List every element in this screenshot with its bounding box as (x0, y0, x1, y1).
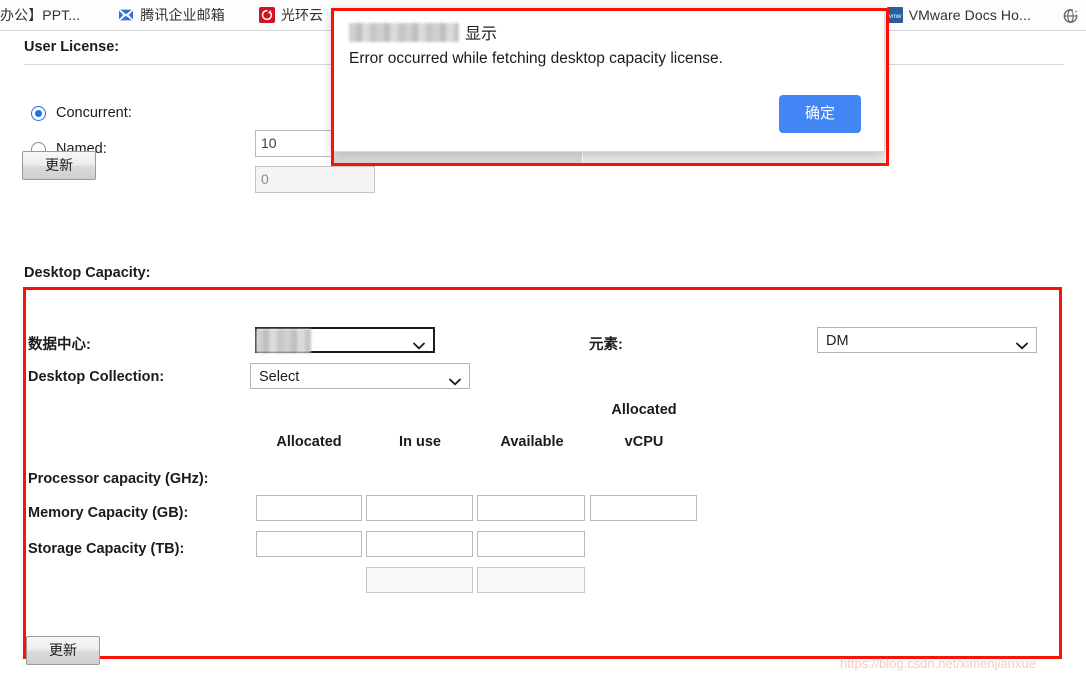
browser-window: 办公】PPT... 腾讯企业邮箱 光环云 vmw VMware Docs Ho.… (0, 0, 1086, 681)
datacenter-label: 数据中心: (28, 337, 91, 353)
user-license-update-button[interactable]: 更新 (22, 151, 96, 180)
storage-available-input[interactable] (477, 567, 585, 593)
processor-inuse-input[interactable] (366, 495, 473, 521)
processor-allocated-input[interactable] (256, 495, 362, 521)
col-header-allocated: Allocated (276, 434, 342, 450)
chevron-down-icon (1016, 336, 1028, 350)
col-header-available: Available (500, 434, 564, 450)
vmware-icon: vmw (886, 7, 903, 23)
row-label-memory-capacity: Memory Capacity (GB): (28, 505, 189, 521)
user-license-heading: User License: (24, 39, 120, 55)
datacenter-redacted-prefix (256, 329, 311, 353)
desktop-collection-label: Desktop Collection: (28, 369, 165, 385)
dialog-ok-button[interactable]: 确定 (779, 95, 861, 133)
dialog-message: Error occurred while fetching desktop ca… (349, 50, 723, 67)
page-scrollbar-strip[interactable] (332, 151, 582, 164)
row-label-processor-capacity: Processor capacity (GHz): (28, 471, 209, 487)
radio-concurrent[interactable] (31, 105, 46, 121)
element-select[interactable]: DM (817, 327, 1037, 353)
row-label-storage-capacity: Storage Capacity (TB): (28, 541, 185, 557)
memory-available-input[interactable] (477, 531, 585, 557)
processor-allocated-vcpu-input[interactable] (590, 495, 697, 521)
bookmark-item-ppt[interactable]: 办公】PPT... (0, 3, 87, 27)
bookmark-item-vmware-docs[interactable]: vmw VMware Docs Ho... (880, 3, 1038, 27)
globe-icon[interactable]: + (1058, 3, 1082, 27)
bookmark-label: 腾讯企业邮箱 (140, 7, 225, 23)
desktop-capacity-heading: Desktop Capacity: (24, 265, 151, 281)
svg-text:+: + (1074, 10, 1077, 16)
memory-allocated-input[interactable] (256, 531, 362, 557)
tencent-mail-icon (118, 7, 134, 23)
dialog-title-suffix: 显示 (465, 26, 498, 43)
bookmark-label: 办公】PPT... (0, 7, 81, 23)
element-label: 元素: (589, 337, 623, 353)
desktop-collection-select-value: Select (259, 369, 300, 385)
bookmark-label: 光环云 (280, 7, 324, 23)
col-header-in-use: In use (399, 434, 441, 450)
chevron-down-icon (413, 336, 425, 350)
named-count-input[interactable]: 0 (255, 166, 375, 193)
svg-text:vmw: vmw (889, 14, 902, 20)
dialog-title: 显示 (349, 20, 497, 44)
desktop-collection-select[interactable]: Select (250, 363, 470, 389)
bookmark-label: VMware Docs Ho... (908, 7, 1031, 23)
radio-label-concurrent: Concurrent: (56, 105, 132, 121)
alert-dialog: 显示 Error occurred while fetching desktop… (332, 9, 885, 152)
refresh-red-icon (258, 7, 275, 23)
desktop-capacity-update-button[interactable]: 更新 (26, 636, 100, 665)
col-header-allocated-vcpu-line1: Allocated (611, 402, 677, 418)
storage-inuse-input[interactable] (366, 567, 473, 593)
element-select-value: DM (826, 333, 849, 349)
processor-available-input[interactable] (477, 495, 585, 521)
dialog-title-redacted-origin (349, 22, 459, 42)
col-header-allocated-vcpu-line2: vCPU (624, 434, 664, 450)
bookmark-item-guanghuan[interactable]: 光环云 (252, 3, 330, 27)
watermark: https://blog.csdn.net/ximenjianxue (840, 656, 1036, 671)
bookmark-item-tencent-mail[interactable]: 腾讯企业邮箱 (111, 3, 232, 27)
memory-inuse-input[interactable] (366, 531, 473, 557)
globe-icon-glyph: + (1062, 7, 1080, 23)
page-scrollbar-track[interactable] (583, 151, 885, 163)
license-option-concurrent[interactable]: Concurrent: (31, 105, 132, 121)
chevron-down-icon (449, 372, 461, 386)
